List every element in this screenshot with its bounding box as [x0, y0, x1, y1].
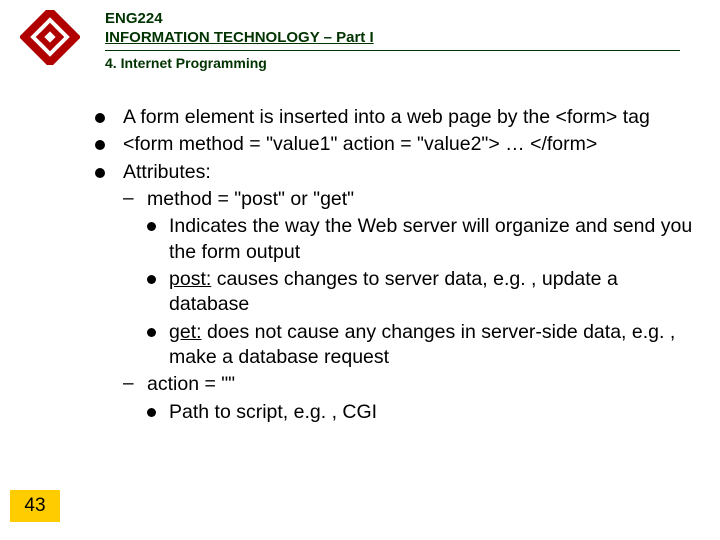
list-item: post: causes changes to server data, e.g… [147, 267, 695, 318]
list-item: Path to script, e.g. , CGI [147, 400, 695, 425]
list-item: <form method = "value1" action = "value2… [95, 132, 695, 157]
slide-header: ENG224 INFORMATION TECHNOLOGY – Part I 4… [105, 10, 680, 71]
slide-subtitle: 4. Internet Programming [105, 55, 680, 71]
header-divider [105, 50, 680, 51]
slide-content: A form element is inserted into a web pa… [95, 105, 695, 427]
list-item: Attributes: method = "post" or "get" Ind… [95, 160, 695, 425]
course-code: ENG224 [105, 10, 680, 29]
list-item: get: does not cause any changes in serve… [147, 320, 695, 371]
list-item: A form element is inserted into a web pa… [95, 105, 695, 130]
course-title: INFORMATION TECHNOLOGY – Part I [105, 29, 680, 48]
list-item: method = "post" or "get" Indicates the w… [123, 187, 695, 370]
list-item: action = "" Path to script, e.g. , CGI [123, 372, 695, 425]
institution-logo-icon [20, 10, 80, 65]
list-item: Indicates the way the Web server will or… [147, 214, 695, 265]
slide-number-badge: 43 [10, 490, 60, 522]
